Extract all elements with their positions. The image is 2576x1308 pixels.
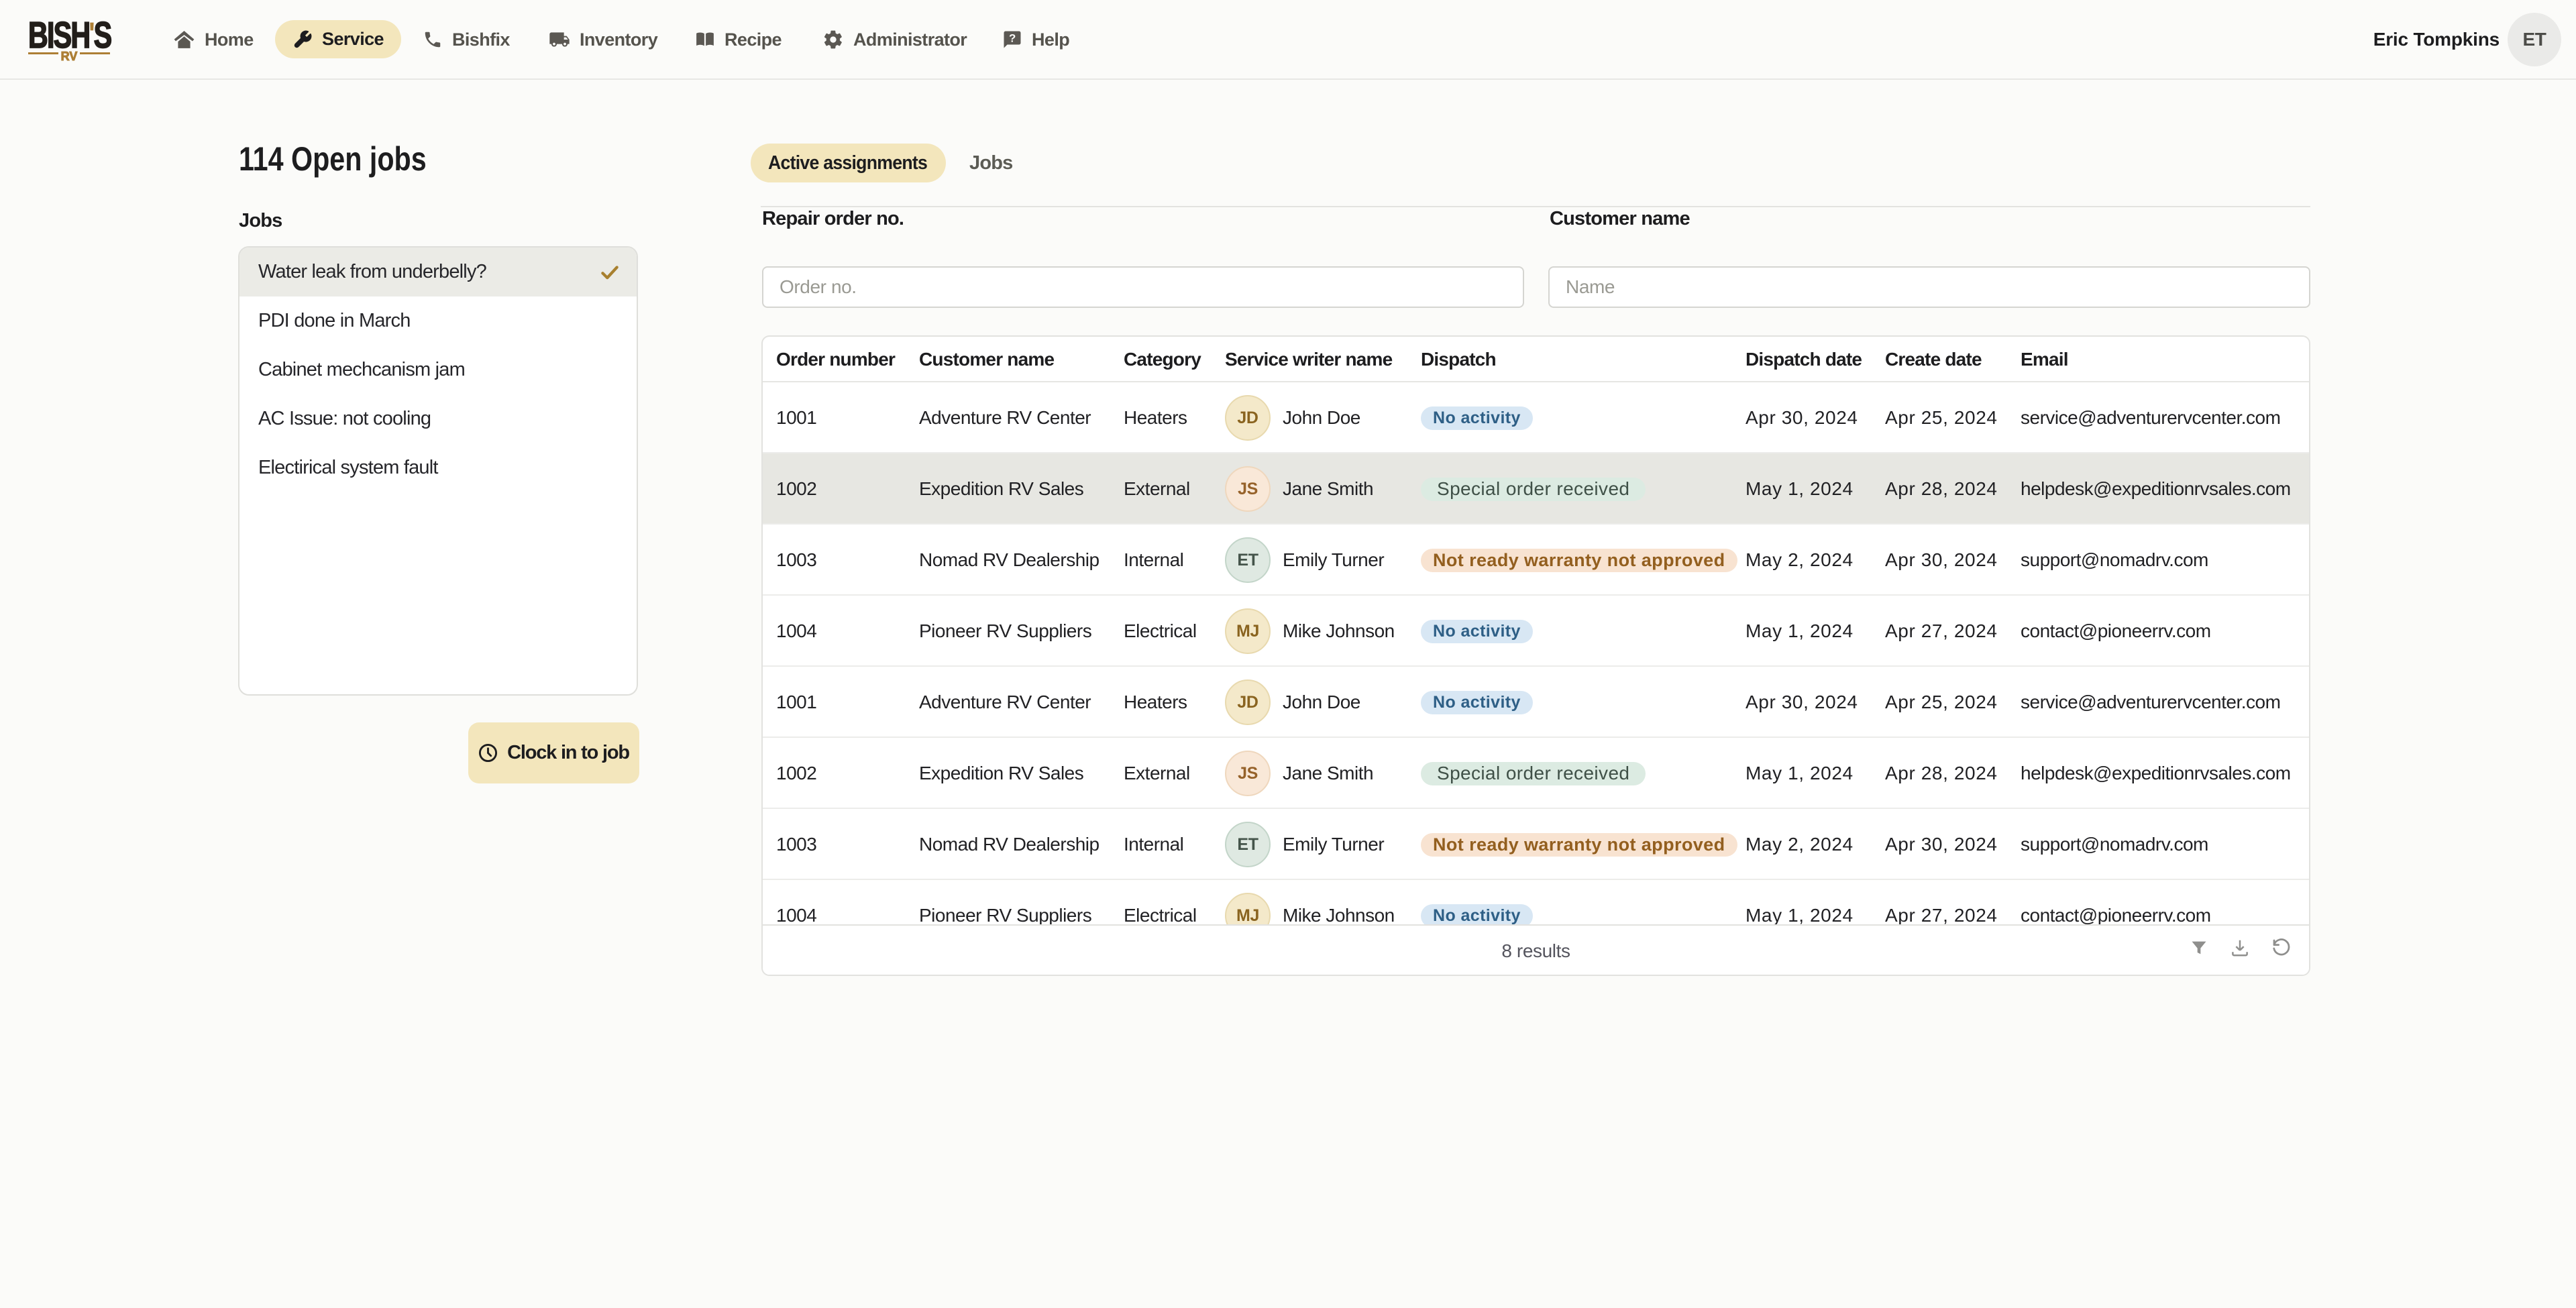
svg-text:?: ? [1009, 32, 1016, 45]
